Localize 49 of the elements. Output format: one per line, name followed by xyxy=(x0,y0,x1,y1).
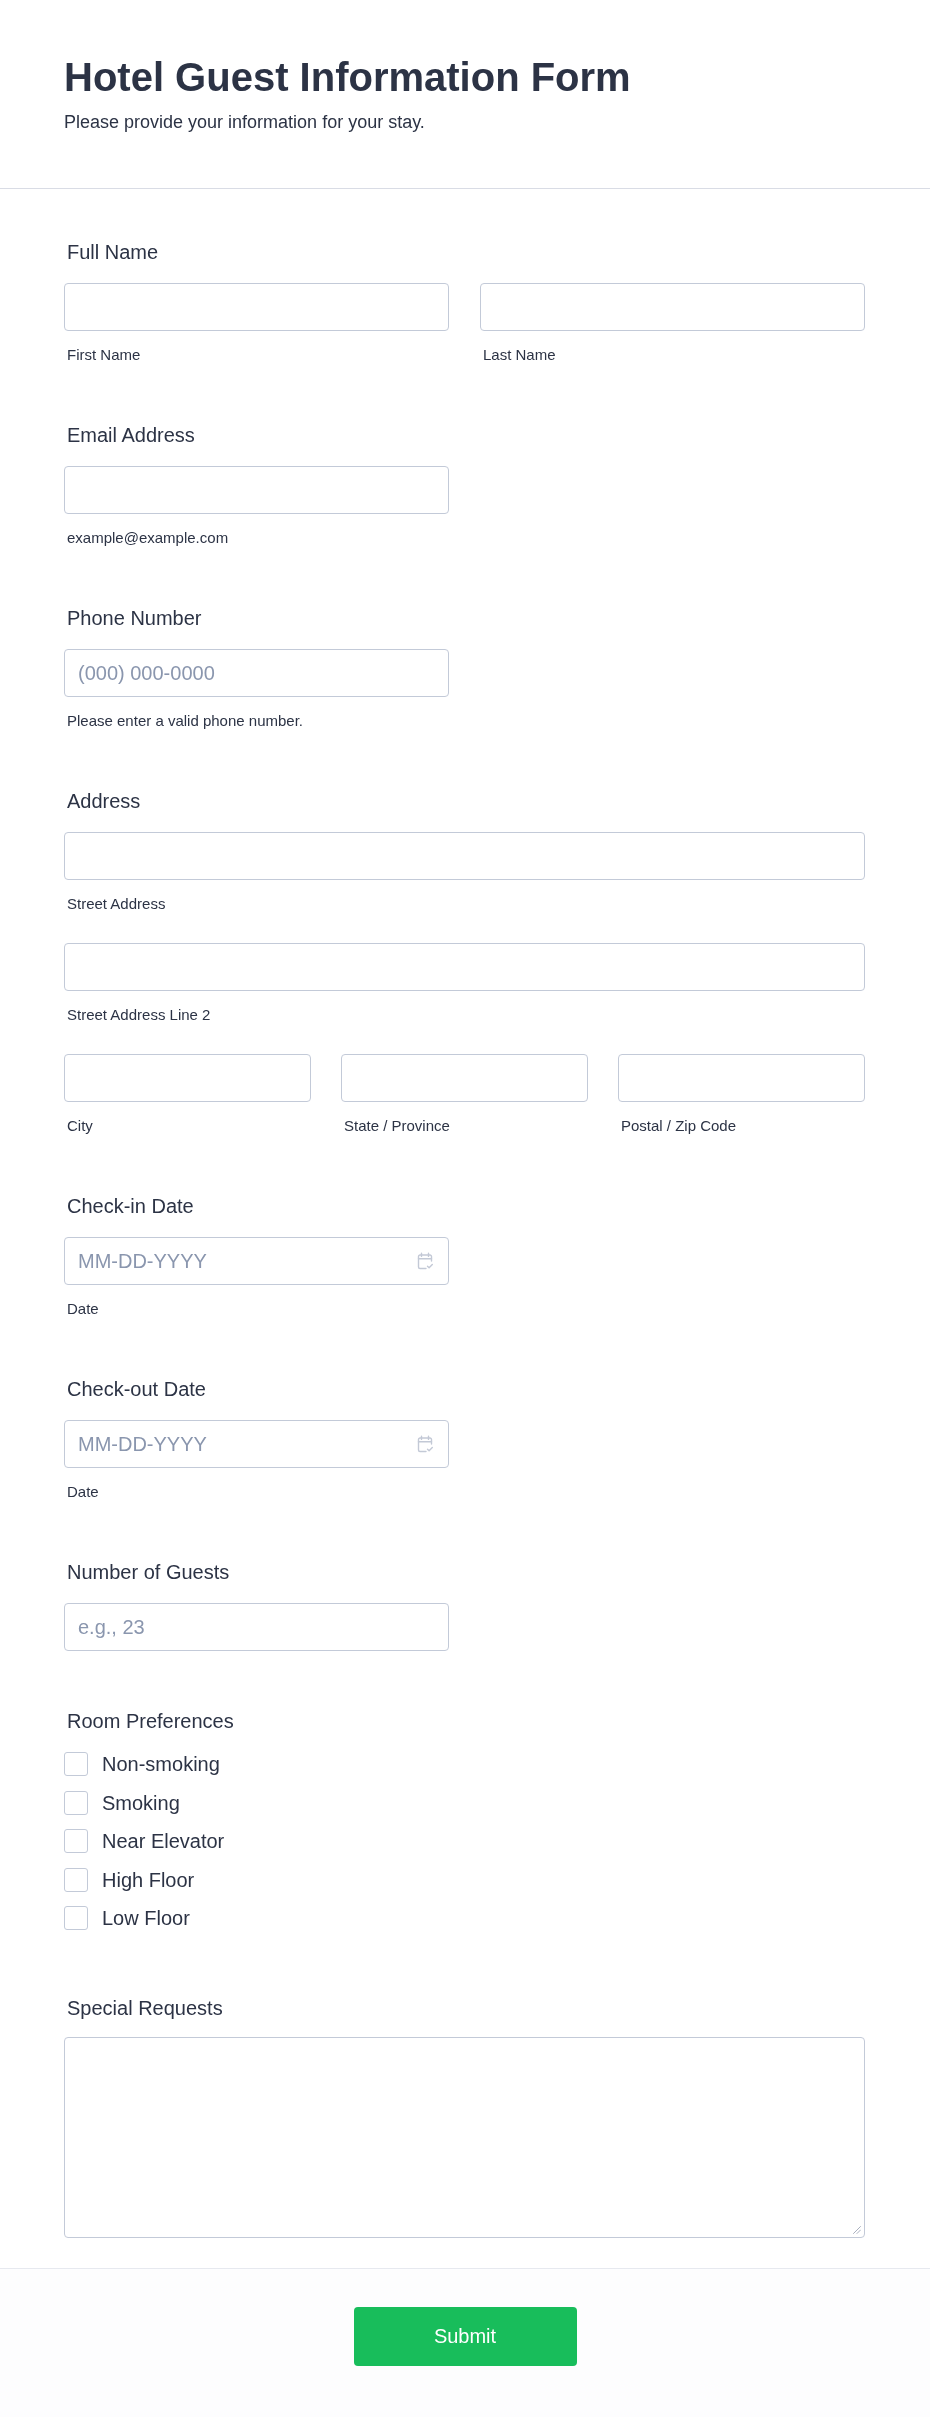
checkbox[interactable] xyxy=(64,1906,88,1930)
input-field[interactable] xyxy=(64,466,449,514)
input-field[interactable]: e.g., 23 xyxy=(64,1603,449,1651)
field-label: Address xyxy=(67,789,141,813)
field-label: Special Requests xyxy=(67,1996,223,2020)
field-sublabel: City xyxy=(67,1116,93,1136)
field-sublabel: Last Name xyxy=(483,345,556,365)
field-label: Email Address xyxy=(67,423,195,447)
text-area[interactable] xyxy=(64,2037,865,2238)
date-field[interactable]: MM-DD-YYYY xyxy=(64,1237,449,1285)
checkbox-label: Low Floor xyxy=(102,1906,190,1930)
input-field[interactable] xyxy=(64,832,865,880)
input-field[interactable] xyxy=(618,1054,865,1102)
field-sublabel: Street Address Line 2 xyxy=(67,1005,211,1025)
input-field[interactable]: (000) 000-0000 xyxy=(64,649,449,697)
checkbox-label: Near Elevator xyxy=(102,1829,225,1853)
input-field[interactable] xyxy=(64,283,449,331)
checkbox-label: High Floor xyxy=(102,1867,195,1892)
field-label: Check-out Date xyxy=(67,1377,206,1401)
field-sublabel: example@example.com xyxy=(67,528,229,548)
checkbox[interactable] xyxy=(64,1867,88,1892)
field-sublabel: Date xyxy=(67,1482,99,1502)
field-label: Check-in Date xyxy=(67,1194,194,1218)
checkbox-label: Non-smoking xyxy=(102,1752,220,1776)
field-label: Full Name xyxy=(67,240,159,264)
input-field[interactable] xyxy=(341,1054,588,1102)
calendar-icon xyxy=(416,1252,434,1270)
field-label: Number of Guests xyxy=(67,1560,230,1584)
field-sublabel: State / Province xyxy=(344,1116,450,1136)
date-field[interactable]: MM-DD-YYYY xyxy=(64,1420,449,1468)
submit-button[interactable]: Submit xyxy=(353,2307,577,2366)
calendar-icon xyxy=(416,1435,434,1453)
field-sublabel: Date xyxy=(67,1299,99,1319)
field-sublabel: Street Address xyxy=(67,894,166,914)
checkbox-label: Smoking xyxy=(102,1790,180,1815)
field-sublabel: First Name xyxy=(67,345,141,365)
checkbox[interactable] xyxy=(64,1790,88,1815)
resize-handle-icon[interactable] xyxy=(853,2226,861,2234)
form-subtitle: Please provide your information for your stay. xyxy=(64,111,426,134)
field-label: Room Preferences xyxy=(67,1709,234,1733)
field-sublabel: Postal / Zip Code xyxy=(621,1116,737,1136)
field-label: Phone Number xyxy=(67,606,202,630)
input-field[interactable] xyxy=(64,943,865,991)
field-sublabel: Please enter a valid phone number. xyxy=(67,711,303,731)
form-title: Hotel Guest Information Form xyxy=(64,54,632,101)
checkbox[interactable] xyxy=(64,1829,88,1853)
input-field[interactable] xyxy=(480,283,865,331)
checkbox[interactable] xyxy=(64,1752,88,1776)
input-field[interactable] xyxy=(64,1054,311,1102)
